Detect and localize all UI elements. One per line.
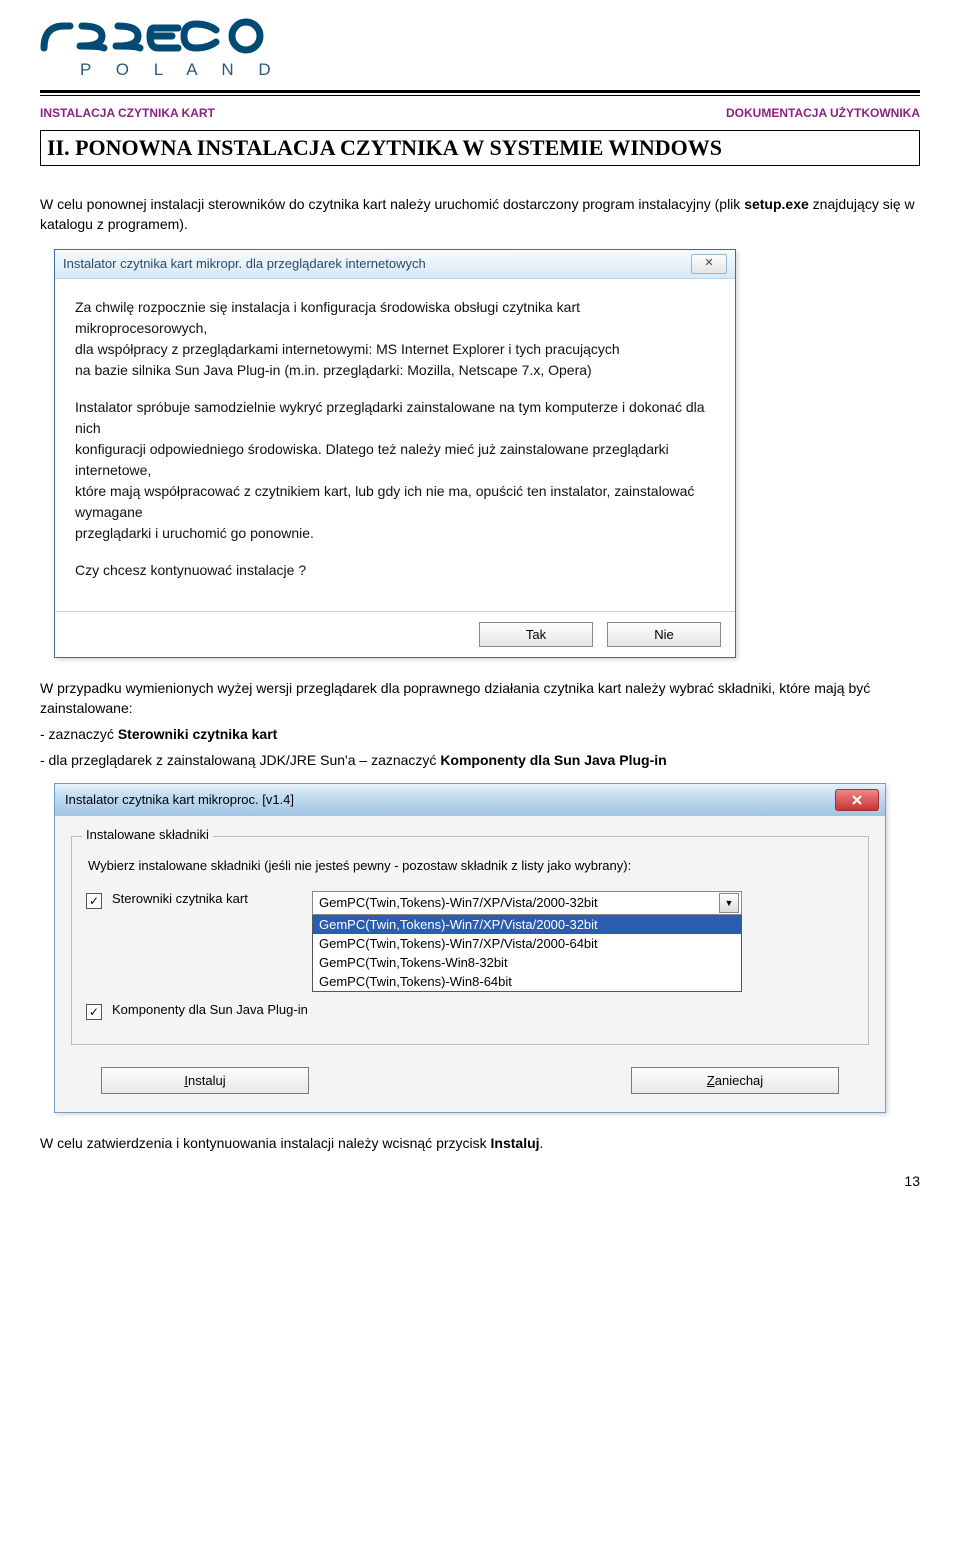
- list-item[interactable]: GemPC(Twin,Tokens-Win8-32bit: [313, 953, 741, 972]
- checkbox-java-label: Komponenty dla Sun Java Plug-in: [112, 1002, 308, 1017]
- groupbox-text: Wybierz instalowane składniki (jeśli nie…: [88, 857, 854, 875]
- row-java: Komponenty dla Sun Java Plug-in: [86, 1002, 854, 1020]
- install-rest: nstaluj: [188, 1073, 226, 1088]
- driver-combo-wrap: GemPC(Twin,Tokens)-Win7/XP/Vista/2000-32…: [312, 891, 742, 992]
- d1-p2: dla współpracy z przeglądarkami internet…: [75, 341, 620, 357]
- dialog2-titlebar: Instalator czytnika kart mikroproc. [v1.…: [55, 784, 885, 816]
- installer-dialog-1: Instalator czytnika kart mikropr. dla pr…: [54, 249, 736, 658]
- paragraph-2: W przypadku wymienionych wyżej wersji pr…: [40, 678, 920, 719]
- section-title: II. PONOWNA INSTALACJA CZYTNIKA W SYSTEM…: [47, 135, 722, 160]
- checkbox-drivers-label: Sterowniki czytnika kart: [112, 891, 302, 906]
- d1-p6: które mają współpracować z czytnikiem ka…: [75, 483, 694, 520]
- chevron-down-icon[interactable]: ▼: [719, 893, 739, 913]
- para3-b: Instaluj: [491, 1135, 540, 1151]
- close-icon[interactable]: ✕: [691, 254, 727, 274]
- d1-p5: konfiguracji odpowiedniego środowiska. D…: [75, 441, 669, 478]
- install-button[interactable]: Instaluj: [101, 1067, 309, 1094]
- dialog1-body: Za chwilę rozpocznie się instalacja i ko…: [55, 279, 735, 611]
- list-item[interactable]: GemPC(Twin,Tokens)-Win7/XP/Vista/2000-64…: [313, 934, 741, 953]
- combo-value: GemPC(Twin,Tokens)-Win7/XP/Vista/2000-32…: [319, 895, 598, 910]
- bullet-2: - dla przeglądarek z zainstalowaną JDK/J…: [40, 750, 920, 770]
- logo-subtext: P O L A N D: [80, 60, 920, 80]
- bullet1-b: Sterowniki czytnika kart: [118, 726, 278, 742]
- bullet-1: - zaznaczyć Sterowniki czytnika kart: [40, 724, 920, 744]
- dialog1-footer: Tak Nie: [55, 611, 735, 657]
- section-title-box: II. PONOWNA INSTALACJA CZYTNIKA W SYSTEM…: [40, 130, 920, 166]
- header-left: INSTALACJA CZYTNIKA KART: [40, 106, 215, 120]
- paragraph-3: W celu zatwierdzenia i kontynuowania ins…: [40, 1133, 920, 1153]
- dialog1-title-text: Instalator czytnika kart mikropr. dla pr…: [63, 256, 426, 271]
- d1-p4: Instalator spróbuje samodzielnie wykryć …: [75, 399, 705, 436]
- page-header-row: INSTALACJA CZYTNIKA KART DOKUMENTACJA UŻ…: [40, 106, 920, 120]
- d1-p7: przeglądarki i uruchomić go ponownie.: [75, 525, 314, 541]
- logo-block: P O L A N D: [40, 18, 920, 80]
- d1-p3: na bazie silnika Sun Java Plug-in (m.in.…: [75, 362, 592, 378]
- d1-p1: Za chwilę rozpocznie się instalacja i ko…: [75, 299, 580, 336]
- d1-p8: Czy chcesz kontynuować instalacje ?: [75, 560, 715, 581]
- checkbox-java[interactable]: [86, 1004, 102, 1020]
- divider-thick: [40, 90, 920, 93]
- no-button[interactable]: Nie: [607, 622, 721, 647]
- list-item[interactable]: GemPC(Twin,Tokens)-Win8-64bit: [313, 972, 741, 991]
- divider-thin: [40, 95, 920, 96]
- dialog1-titlebar: Instalator czytnika kart mikropr. dla pr…: [55, 250, 735, 279]
- cancel-rest: aniechaj: [715, 1073, 763, 1088]
- row-drivers: Sterowniki czytnika kart GemPC(Twin,Toke…: [86, 891, 854, 992]
- cancel-button[interactable]: Zaniechaj: [631, 1067, 839, 1094]
- para1-a: W celu ponownej instalacji sterowników d…: [40, 196, 744, 212]
- yes-button[interactable]: Tak: [479, 622, 593, 647]
- dialog2-footer: Instaluj Zaniechaj: [71, 1067, 869, 1094]
- checkbox-drivers[interactable]: [86, 893, 102, 909]
- paragraph-1: W celu ponownej instalacji sterowników d…: [40, 194, 920, 235]
- header-right: DOKUMENTACJA UŻYTKOWNIKA: [726, 106, 920, 120]
- asseco-logo: [40, 18, 300, 58]
- components-groupbox: Instalowane składniki Wybierz instalowan…: [71, 836, 869, 1045]
- para1-b: setup.exe: [744, 196, 809, 212]
- bullet2-a: - dla przeglądarek z zainstalowaną JDK/J…: [40, 752, 440, 768]
- para3-a: W celu zatwierdzenia i kontynuowania ins…: [40, 1135, 491, 1151]
- bullet2-b: Komponenty dla Sun Java Plug-in: [440, 752, 666, 768]
- list-item[interactable]: GemPC(Twin,Tokens)-Win7/XP/Vista/2000-32…: [313, 915, 741, 934]
- dialog2-body: Instalowane składniki Wybierz instalowan…: [55, 816, 885, 1112]
- driver-listbox[interactable]: GemPC(Twin,Tokens)-Win7/XP/Vista/2000-32…: [312, 915, 742, 992]
- para3-c: .: [540, 1135, 544, 1151]
- dialog2-title-text: Instalator czytnika kart mikroproc. [v1.…: [65, 792, 294, 807]
- close-icon[interactable]: [835, 789, 879, 811]
- groupbox-legend: Instalowane składniki: [82, 827, 213, 842]
- driver-combobox[interactable]: GemPC(Twin,Tokens)-Win7/XP/Vista/2000-32…: [312, 891, 742, 915]
- bullet1-a: - zaznaczyć: [40, 726, 118, 742]
- cancel-u: Z: [707, 1073, 715, 1088]
- page-number: 13: [40, 1173, 920, 1189]
- installer-dialog-2: Instalator czytnika kart mikroproc. [v1.…: [54, 783, 886, 1113]
